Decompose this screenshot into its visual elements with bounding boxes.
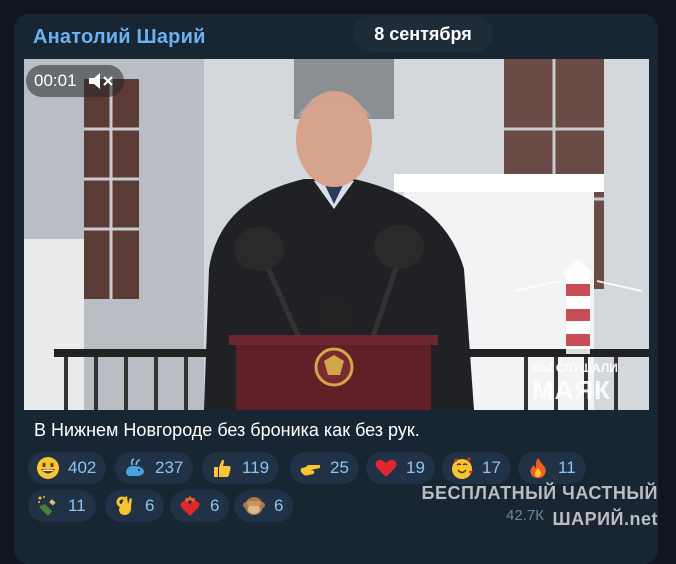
heart-on-fire-icon — [180, 496, 200, 516]
footer-watermark: БЕСПЛАТНЫЙ ЧАСТНЫЙ ШАРИЙ.net — [422, 480, 658, 532]
video-player[interactable]: ВЫ СЛУШАЛИ МАЯК — [24, 59, 649, 410]
video-watermark-top: ВЫ СЛУШАЛИ — [532, 361, 618, 375]
reaction-count: 11 — [558, 458, 576, 477]
date-badge: 8 сентября — [353, 16, 493, 52]
reaction-count: 11 — [68, 496, 86, 515]
footer-watermark-line1: БЕСПЛАТНЫЙ ЧАСТНЫЙ — [421, 483, 658, 503]
video-time-overlay[interactable]: 00:01 — [26, 65, 124, 97]
ok-hand-icon — [116, 496, 132, 515]
mute-icon[interactable] — [87, 71, 113, 91]
reaction-count: 6 — [210, 496, 220, 515]
channel-name[interactable]: Анатолий Шарий — [33, 26, 206, 49]
reaction-thumbs-up[interactable]: 119 — [202, 452, 280, 484]
reaction-count: 17 — [482, 458, 501, 477]
reaction-count: 6 — [274, 496, 284, 515]
footer-watermark-line2: ШАРИЙ.net — [552, 509, 658, 529]
video-time: 00:01 — [34, 71, 77, 90]
video-watermark-brand: МАЯК — [532, 375, 611, 405]
reaction-monkey[interactable]: 6 — [234, 490, 294, 522]
smiling-face-with-hearts-icon — [452, 457, 473, 479]
reaction-count: 25 — [330, 458, 349, 477]
reaction-count: 119 — [242, 458, 270, 477]
grinning-face-icon — [37, 457, 59, 479]
video-frame — [24, 59, 649, 410]
reaction-grinning[interactable]: 402 — [28, 452, 107, 484]
champagne-icon — [38, 496, 56, 516]
message-caption: В Нижнем Новгороде без броника как без р… — [34, 420, 420, 440]
red-heart-icon — [375, 459, 397, 477]
spouting-whale-icon — [126, 458, 144, 476]
reaction-count: 402 — [68, 458, 97, 477]
reaction-whale[interactable]: 237 — [115, 452, 194, 484]
see-no-evil-monkey-icon — [243, 497, 265, 515]
reaction-ok-hand[interactable]: 6 — [105, 490, 165, 522]
reaction-count: 237 — [155, 458, 184, 477]
reaction-champagne[interactable]: 11 — [28, 490, 96, 522]
fire-icon — [530, 458, 546, 479]
reaction-pointing[interactable]: 25 — [290, 452, 359, 484]
pointing-hand-icon — [300, 465, 320, 476]
reaction-count: 6 — [145, 496, 155, 515]
thumbs-up-icon — [214, 459, 231, 477]
reaction-count: 19 — [406, 458, 425, 477]
reaction-heart-fire[interactable]: 6 — [170, 490, 230, 522]
